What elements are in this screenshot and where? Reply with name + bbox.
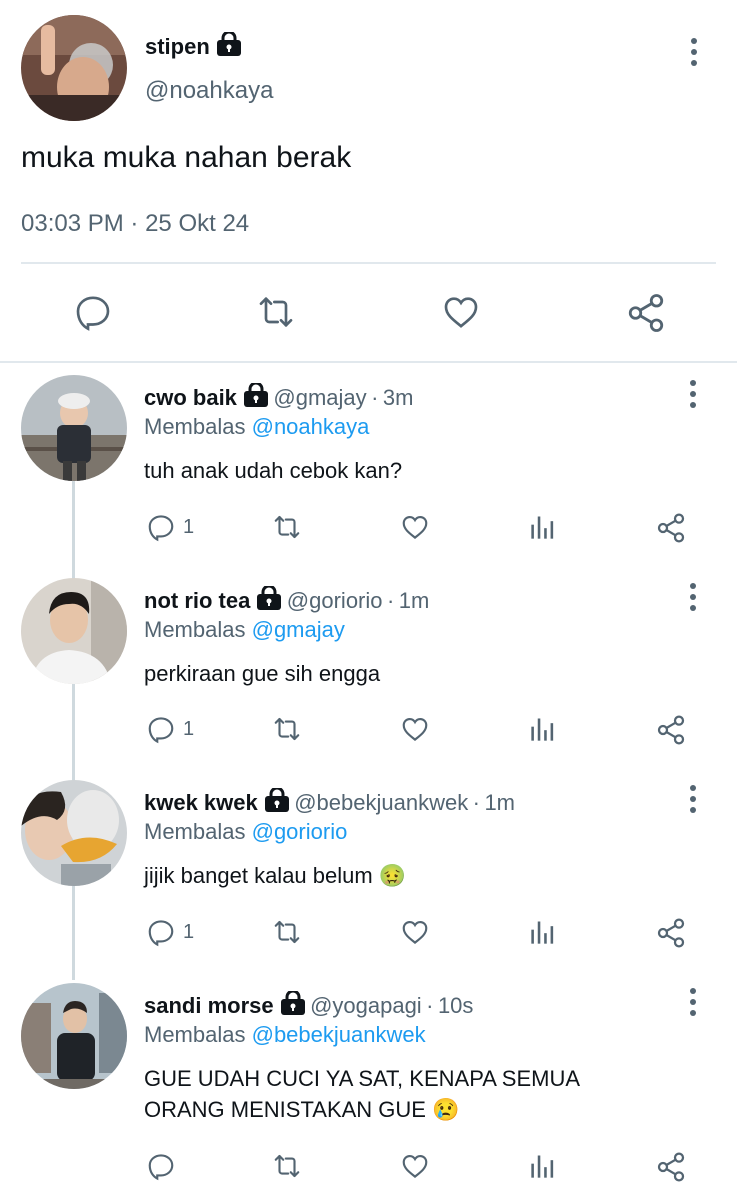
reply-time: 10s	[437, 993, 474, 1018]
tweet-time: 03:03 PM	[21, 210, 124, 237]
replying-to-label: Membalas	[144, 1022, 246, 1047]
lock-icon	[264, 786, 290, 817]
reply-text: perkiraan gue sih engga	[144, 661, 381, 686]
reply-time: 1m	[484, 790, 515, 815]
more-options-icon[interactable]	[690, 988, 696, 1016]
reply-text: tuh anak udah cebok kan?	[144, 458, 403, 483]
reply-time: 1m	[398, 588, 430, 613]
analytics-icon[interactable]	[529, 917, 557, 947]
mention-link[interactable]: @gmajay	[252, 617, 345, 642]
tweet-text: muka muka nahan berak	[21, 141, 352, 174]
share-icon[interactable]	[655, 1151, 687, 1183]
avatar[interactable]	[21, 375, 127, 481]
separator: ·	[426, 993, 434, 1018]
like-icon[interactable]	[399, 1151, 431, 1181]
more-options-icon[interactable]	[690, 583, 696, 611]
share-icon[interactable]	[625, 292, 667, 334]
mention-link[interactable]: @goriorio	[252, 819, 348, 844]
reply-author-name[interactable]: sandi morse	[144, 993, 274, 1018]
analytics-icon[interactable]	[529, 512, 557, 542]
separator: ·	[386, 588, 395, 613]
reply-count: 1	[183, 718, 195, 740]
reply-icon[interactable]	[73, 292, 113, 332]
reply-count: 1	[183, 921, 195, 943]
divider	[21, 262, 716, 264]
reply-author-name[interactable]: kwek kwek	[144, 790, 258, 815]
replying-to-label: Membalas	[144, 819, 246, 844]
mention-link[interactable]: @bebekjuankwek	[252, 1022, 426, 1047]
like-icon[interactable]	[399, 512, 431, 542]
reply-text: jijik banget kalau belum	[144, 863, 373, 888]
more-options-icon[interactable]	[691, 38, 697, 66]
lock-icon	[216, 30, 242, 61]
reply-author-handle[interactable]: @yogapagi	[310, 993, 422, 1018]
retweet-icon[interactable]	[270, 1151, 304, 1181]
like-icon[interactable]	[399, 714, 431, 744]
reply-count: 1	[183, 516, 195, 538]
reply-author-name[interactable]: not rio tea	[144, 588, 250, 613]
tweet-timestamp: 03:03 PM · 25 Okt 24	[21, 210, 249, 238]
reply-author-handle[interactable]: @gmajay	[273, 385, 366, 410]
reply-author-name[interactable]: cwo baik	[144, 385, 237, 410]
share-icon[interactable]	[655, 714, 687, 746]
lock-icon	[243, 381, 269, 412]
separator: ·	[371, 385, 379, 410]
retweet-icon[interactable]	[254, 292, 298, 332]
divider	[0, 361, 737, 363]
reply-icon[interactable]	[146, 917, 176, 947]
analytics-icon[interactable]	[529, 1151, 557, 1181]
reply-author-handle[interactable]: @bebekjuankwek	[294, 790, 468, 815]
mention-link[interactable]: @noahkaya	[252, 414, 370, 439]
avatar[interactable]	[21, 983, 127, 1089]
crying-face-emoji: 😢	[432, 1097, 460, 1122]
reply-text-line: ORANG MENISTAKAN GUE	[144, 1097, 426, 1122]
reply-time: 3m	[382, 385, 414, 410]
nauseated-face-emoji: 🤢	[378, 863, 407, 888]
reply-text-line: GUE UDAH CUCI YA SAT, KENAPA SEMUA	[144, 1066, 581, 1091]
reply-author-handle[interactable]: @goriorio	[287, 588, 383, 613]
share-icon[interactable]	[655, 512, 687, 544]
separator: ·	[472, 790, 480, 815]
lock-icon	[256, 584, 282, 615]
more-options-icon[interactable]	[690, 380, 696, 408]
more-options-icon[interactable]	[690, 785, 696, 813]
retweet-icon[interactable]	[270, 512, 304, 542]
like-icon[interactable]	[440, 292, 482, 332]
author-name[interactable]: stipen	[145, 34, 210, 59]
replying-to-label: Membalas	[144, 414, 246, 439]
retweet-icon[interactable]	[270, 714, 304, 744]
replying-to-label: Membalas	[144, 617, 246, 642]
avatar[interactable]	[21, 15, 127, 121]
separator: ·	[130, 210, 139, 237]
tweet-date: 25 Okt 24	[145, 210, 250, 237]
reply-icon[interactable]	[146, 1151, 176, 1181]
reply-icon[interactable]	[146, 714, 176, 744]
author-handle[interactable]: @noahkaya	[145, 77, 273, 105]
thread-line	[72, 480, 75, 980]
avatar[interactable]	[21, 780, 127, 886]
share-icon[interactable]	[655, 917, 687, 949]
like-icon[interactable]	[399, 917, 431, 947]
analytics-icon[interactable]	[529, 714, 557, 744]
avatar[interactable]	[21, 578, 127, 684]
reply-icon[interactable]	[146, 512, 176, 542]
retweet-icon[interactable]	[270, 917, 304, 947]
lock-icon	[280, 989, 306, 1020]
